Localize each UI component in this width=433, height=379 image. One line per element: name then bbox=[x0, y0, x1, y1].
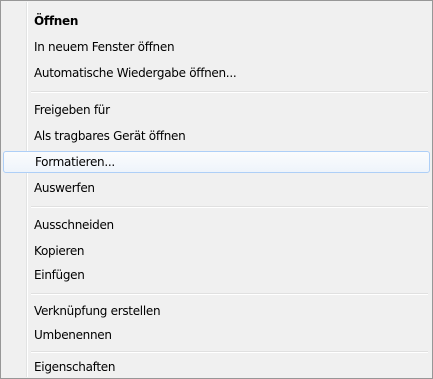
menu-item-properties[interactable]: Eigenschaften bbox=[3, 356, 430, 378]
menu-item-open-autoplay[interactable]: Automatische Wiedergabe öffnen... bbox=[3, 62, 430, 84]
menu-item-open[interactable]: Öffnen bbox=[3, 10, 430, 32]
menu-separator bbox=[31, 91, 428, 93]
context-menu: Öffnen In neuem Fenster öffnen Automatis… bbox=[0, 0, 433, 379]
menu-separator bbox=[31, 293, 428, 295]
menu-item-cut[interactable]: Ausschneiden bbox=[3, 214, 430, 236]
menu-item-copy[interactable]: Kopieren bbox=[3, 240, 430, 262]
menu-item-create-shortcut[interactable]: Verknüpfung erstellen bbox=[3, 300, 430, 322]
menu-item-paste[interactable]: Einfügen bbox=[3, 264, 430, 286]
menu-item-share-with[interactable]: Freigeben für bbox=[3, 99, 430, 121]
menu-item-open-new-window[interactable]: In neuem Fenster öffnen bbox=[3, 36, 430, 58]
menu-separator bbox=[31, 206, 428, 208]
menu-item-format[interactable]: Formatieren... bbox=[3, 151, 430, 173]
menu-item-open-as-portable-device[interactable]: Als tragbares Gerät öffnen bbox=[3, 125, 430, 147]
menu-item-eject[interactable]: Auswerfen bbox=[3, 177, 430, 199]
menu-separator bbox=[31, 351, 428, 353]
menu-item-rename[interactable]: Umbenennen bbox=[3, 324, 430, 346]
